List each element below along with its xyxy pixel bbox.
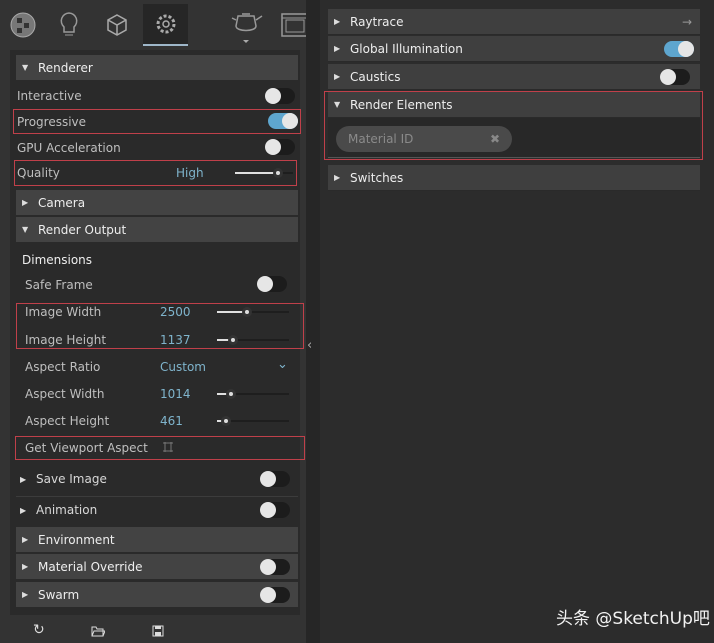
- caret-right-icon: ▶: [22, 198, 29, 207]
- swarm-toggle[interactable]: [260, 587, 290, 603]
- dimensions-heading: Dimensions: [22, 253, 93, 267]
- cube-icon: [107, 14, 127, 36]
- aspect-height-label: Aspect Height: [25, 414, 110, 428]
- interactive-toggle[interactable]: [265, 88, 295, 104]
- save-image-label[interactable]: Save Image: [36, 472, 107, 486]
- aspect-width-slider[interactable]: [217, 389, 289, 399]
- tab-render[interactable]: [225, 4, 267, 46]
- reset-icon[interactable]: ↻: [33, 622, 45, 638]
- section-title: Render Output: [38, 222, 127, 237]
- section-environment[interactable]: ▶ Environment: [16, 527, 298, 553]
- save-image-toggle[interactable]: [260, 471, 290, 487]
- safe-frame-toggle[interactable]: [257, 276, 287, 292]
- section-caustics[interactable]: ▶ Caustics: [328, 64, 700, 90]
- gi-toggle[interactable]: [664, 41, 694, 57]
- section-render-output[interactable]: ▼ Render Output: [16, 217, 298, 243]
- lightbulb-icon: [60, 12, 78, 36]
- save-icon[interactable]: [152, 625, 164, 637]
- section-title: Switches: [350, 170, 404, 185]
- collapse-chevron-icon[interactable]: ‹: [307, 338, 312, 353]
- caret-right-icon: ▶: [20, 505, 27, 515]
- caret-right-icon: ▶: [334, 44, 341, 53]
- section-title: Camera: [38, 195, 86, 210]
- section-title: Renderer: [38, 60, 93, 75]
- open-folder-icon[interactable]: [91, 625, 105, 637]
- caustics-toggle[interactable]: [660, 69, 690, 85]
- safe-frame-label: Safe Frame: [25, 278, 93, 292]
- section-title: Swarm: [38, 587, 80, 602]
- panel-splitter[interactable]: [306, 0, 320, 643]
- quality-label: Quality: [17, 166, 60, 180]
- aspect-width-value: 1014: [160, 387, 191, 401]
- progressive-toggle[interactable]: [268, 113, 298, 129]
- tab-geometry[interactable]: [96, 4, 138, 46]
- section-title: Environment: [38, 532, 115, 547]
- caret-right-icon: ▶: [22, 562, 29, 571]
- aspect-height-slider[interactable]: [217, 416, 289, 426]
- aspect-ratio-dropdown[interactable]: Custom: [160, 360, 206, 374]
- section-material-override[interactable]: ▶ Material Override: [16, 554, 298, 580]
- image-height-slider[interactable]: [217, 335, 289, 345]
- section-switches[interactable]: ▶ Switches: [328, 165, 700, 191]
- tab-lights[interactable]: [48, 4, 90, 46]
- tab-settings[interactable]: [143, 4, 188, 46]
- image-width-value: 2500: [160, 305, 191, 319]
- animation-label[interactable]: Animation: [36, 503, 97, 517]
- chevron-down-icon[interactable]: ⌄: [277, 357, 288, 372]
- caret-right-icon: ▶: [22, 535, 29, 544]
- animation-toggle[interactable]: [260, 502, 290, 518]
- gpu-label: GPU Acceleration: [17, 141, 121, 155]
- section-raytrace[interactable]: ▶ Raytrace →: [328, 9, 700, 35]
- quality-slider[interactable]: [235, 168, 293, 178]
- gpu-toggle[interactable]: [265, 139, 295, 155]
- section-title: Caustics: [350, 69, 401, 84]
- caret-down-icon: ▼: [22, 225, 29, 234]
- caret-right-icon: ▶: [22, 590, 29, 599]
- watermark: 头条 @SketchUp吧: [556, 609, 710, 629]
- caret-right-icon: ▶: [334, 17, 341, 26]
- aspect-ratio-label: Aspect Ratio: [25, 360, 101, 374]
- gear-icon: [156, 14, 175, 34]
- viewport-aspect-icon[interactable]: [162, 441, 174, 453]
- caret-right-icon: ▶: [334, 173, 341, 182]
- section-title: Raytrace: [350, 14, 404, 29]
- section-global-illumination[interactable]: ▶ Global Illumination: [328, 36, 700, 62]
- section-title: Global Illumination: [350, 41, 463, 56]
- caret-right-icon: ▶: [20, 474, 27, 484]
- aspect-height-value: 461: [160, 414, 183, 428]
- arrow-right-icon: →: [681, 14, 692, 29]
- highlight-box: [324, 91, 703, 160]
- material-override-toggle[interactable]: [260, 559, 290, 575]
- image-width-slider[interactable]: [217, 307, 289, 317]
- caret-right-icon: ▶: [334, 72, 341, 81]
- quality-value: High: [176, 166, 204, 180]
- interactive-label: Interactive: [17, 89, 82, 103]
- section-swarm[interactable]: ▶ Swarm: [16, 582, 298, 608]
- get-viewport-aspect-label: Get Viewport Aspect: [25, 441, 148, 455]
- tab-materials[interactable]: [2, 4, 44, 46]
- caret-down-icon: ▼: [22, 63, 29, 72]
- section-renderer[interactable]: ▼ Renderer: [16, 55, 298, 81]
- image-height-value: 1137: [160, 333, 191, 347]
- section-title: Material Override: [38, 559, 143, 574]
- material-ball-icon: [10, 12, 36, 38]
- image-width-label: Image Width: [25, 305, 102, 319]
- image-height-label: Image Height: [25, 333, 107, 347]
- progressive-label: Progressive: [17, 115, 87, 129]
- teapot-icon: [231, 13, 263, 43]
- section-camera[interactable]: ▶ Camera: [16, 190, 298, 216]
- aspect-width-label: Aspect Width: [25, 387, 105, 401]
